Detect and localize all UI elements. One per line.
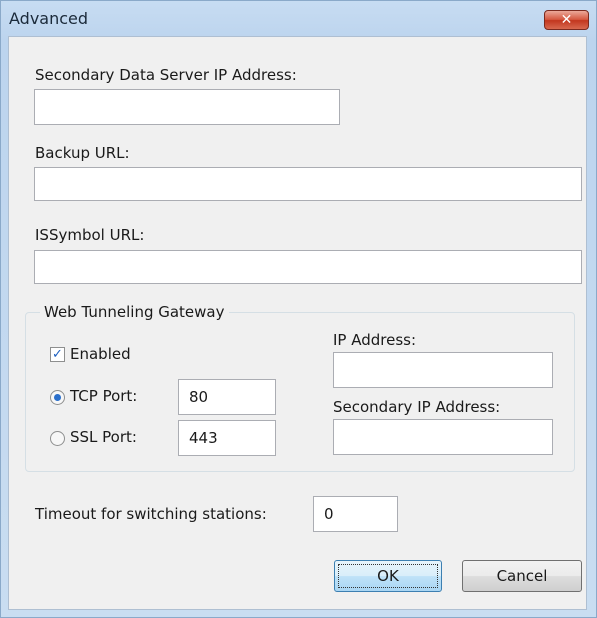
close-button[interactable]: ✕ — [544, 10, 589, 30]
ssl-port-label[interactable]: SSL Port: — [70, 428, 137, 446]
secondary-data-server-label: Secondary Data Server IP Address: — [35, 66, 297, 84]
tcp-port-label[interactable]: TCP Port: — [70, 387, 137, 405]
issymbol-url-input[interactable] — [34, 250, 582, 284]
ok-button[interactable]: OK — [334, 560, 442, 592]
close-x-icon: ✕ — [560, 12, 573, 28]
timeout-input[interactable] — [313, 496, 398, 532]
web-tunneling-gateway-legend: Web Tunneling Gateway — [40, 303, 229, 321]
timeout-label: Timeout for switching stations: — [35, 505, 267, 523]
checkmark-icon: ✓ — [52, 347, 63, 362]
enabled-checkbox[interactable]: ✓ — [50, 347, 65, 362]
cancel-button[interactable]: Cancel — [462, 560, 582, 592]
enabled-label[interactable]: Enabled — [70, 345, 131, 363]
tcp-port-input[interactable] — [178, 379, 276, 415]
ip-address-label: IP Address: — [333, 331, 417, 349]
ip-address-input[interactable] — [333, 352, 553, 388]
secondary-ip-address-input[interactable] — [333, 419, 553, 455]
title-bar[interactable]: Advanced ✕ — [1, 1, 596, 37]
dialog-title: Advanced — [9, 9, 89, 28]
ssl-port-radio[interactable] — [50, 431, 65, 446]
secondary-data-server-input[interactable] — [34, 89, 340, 125]
tcp-port-radio[interactable] — [50, 390, 65, 405]
backup-url-label: Backup URL: — [35, 144, 130, 162]
ssl-port-input[interactable] — [178, 420, 276, 456]
issymbol-url-label: ISSymbol URL: — [35, 226, 145, 244]
ok-button-label: OK — [377, 567, 399, 585]
secondary-ip-address-label: Secondary IP Address: — [333, 398, 501, 416]
cancel-button-label: Cancel — [496, 567, 548, 585]
backup-url-input[interactable] — [34, 167, 582, 201]
